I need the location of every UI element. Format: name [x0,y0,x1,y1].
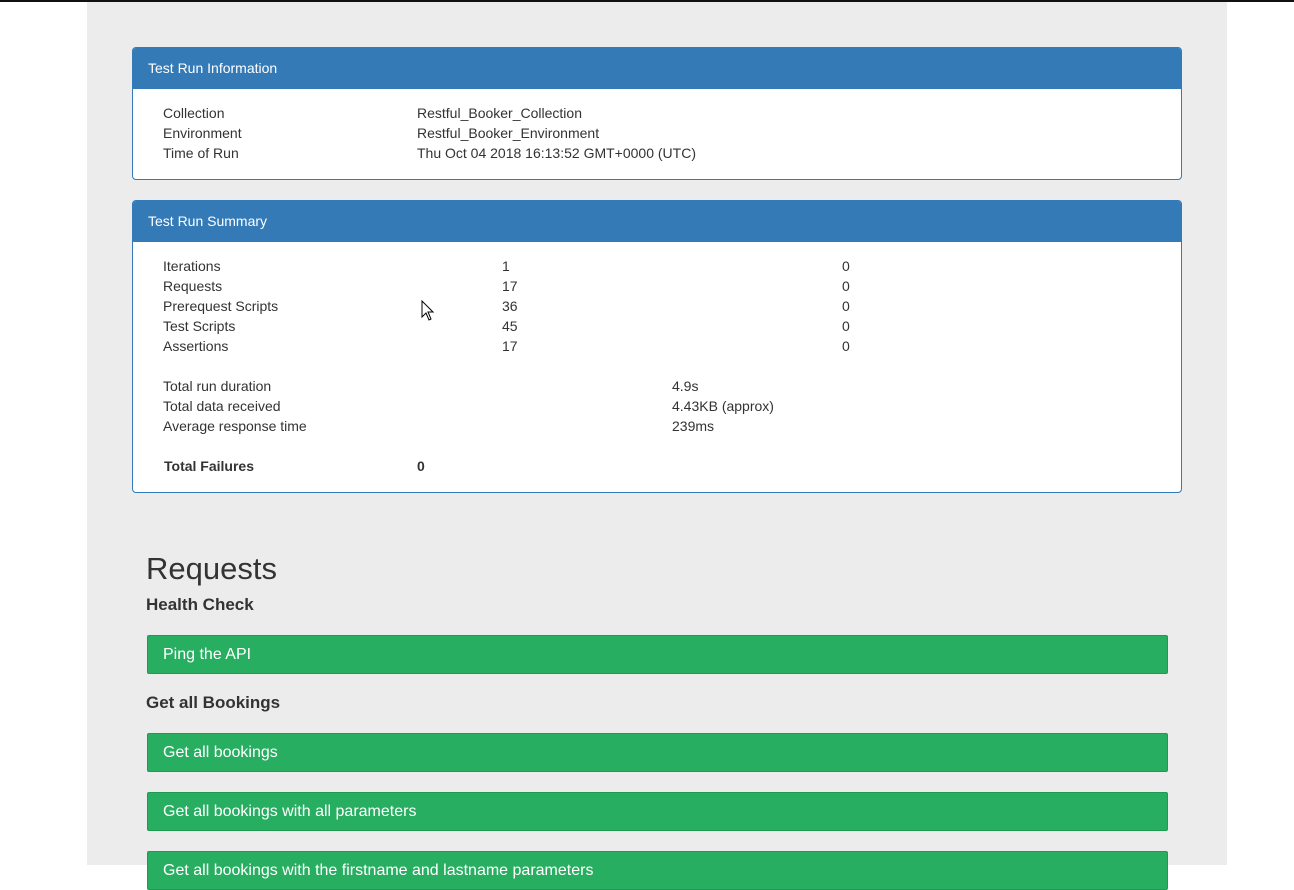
summary-label-iterations: Iterations [163,258,221,274]
metric-label-data-received: Total data received [163,398,281,414]
total-failures-label: Total Failures [164,458,254,474]
summary-label-assertions: Assertions [163,338,229,354]
request-get-all-bookings-name-params[interactable]: Get all bookings with the firstname and … [147,851,1168,890]
metric-value-avg-response-time: 239ms [672,418,715,434]
summary-failed-requests: 0 [842,278,850,294]
request-get-all-bookings-all-params[interactable]: Get all bookings with all parameters [147,792,1168,831]
metric-value-data-received: 4.43KB (approx) [672,398,774,414]
info-value-time-of-run: Thu Oct 04 2018 16:13:52 GMT+0000 (UTC) [417,145,696,161]
summary-label-prerequest-scripts: Prerequest Scripts [163,298,279,314]
summary-failed-assertions: 0 [842,338,850,354]
panel-heading-summary: Test Run Summary [133,201,1181,242]
summary-failed-iterations: 0 [842,258,850,274]
info-label-collection: Collection [163,105,225,121]
info-label-environment: Environment [163,125,242,141]
request-ping-the-api[interactable]: Ping the API [147,635,1168,674]
request-get-all-bookings[interactable]: Get all bookings [147,733,1168,772]
summary-total-test-scripts: 45 [502,318,518,334]
info-value-environment: Restful_Booker_Environment [417,125,600,141]
summary-failed-test-scripts: 0 [842,318,850,334]
metric-label-run-duration: Total run duration [163,378,272,394]
summary-failed-prerequest-scripts: 0 [842,298,850,314]
summary-total-requests: 17 [502,278,518,294]
summary-label-requests: Requests [163,278,223,294]
summary-total-prerequest-scripts: 36 [502,298,518,314]
group-title-get-all-bookings: Get all Bookings [146,693,281,712]
total-failures-value: 0 [417,458,425,474]
metric-value-run-duration: 4.9s [672,378,699,394]
test-run-summary-panel: Test Run Summary Iterations 1 0 Requests… [132,200,1182,493]
report-container: Test Run Information Collection Restful_… [87,2,1227,890]
summary-total-iterations: 1 [502,258,510,274]
group-title-health-check: Health Check [146,595,254,614]
info-label-time-of-run: Time of Run [163,145,239,161]
info-value-collection: Restful_Booker_Collection [417,105,582,121]
panel-heading-info: Test Run Information [133,48,1181,89]
requests-heading: Requests [146,551,277,586]
test-run-information-panel: Test Run Information Collection Restful_… [132,47,1182,180]
metric-label-avg-response-time: Average response time [163,418,307,434]
summary-label-test-scripts: Test Scripts [163,318,236,334]
mouse-cursor-icon [421,300,435,321]
summary-total-assertions: 17 [502,338,518,354]
